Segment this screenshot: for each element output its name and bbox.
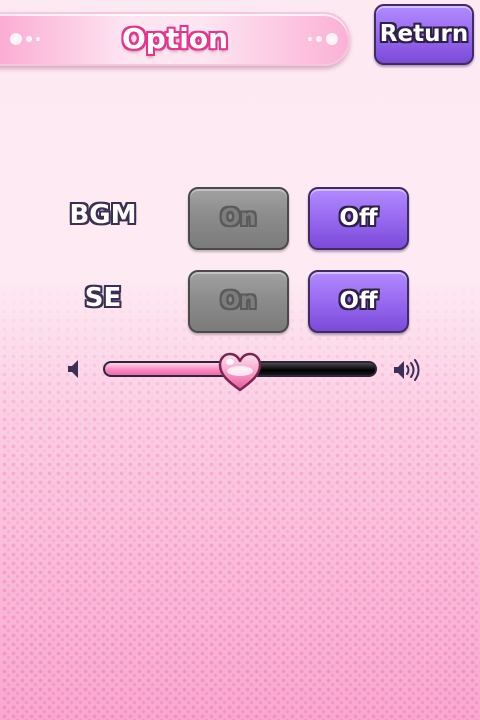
heart-icon[interactable]: [217, 351, 263, 393]
se-on-button[interactable]: On: [188, 270, 289, 333]
bgm-label: BGM: [69, 200, 137, 230]
speaker-mute-icon: [68, 360, 78, 378]
return-button[interactable]: Return: [374, 4, 474, 65]
se-label: SE: [84, 283, 122, 313]
bgm-on-button[interactable]: On: [188, 187, 289, 250]
bgm-off-button[interactable]: Off: [308, 187, 409, 250]
speaker-loud-icon: [394, 359, 420, 381]
page-title: Option: [122, 22, 228, 55]
title-banner: Option: [0, 12, 350, 66]
se-off-button[interactable]: Off: [308, 270, 409, 333]
halftone-background-offset: [4, 284, 480, 720]
